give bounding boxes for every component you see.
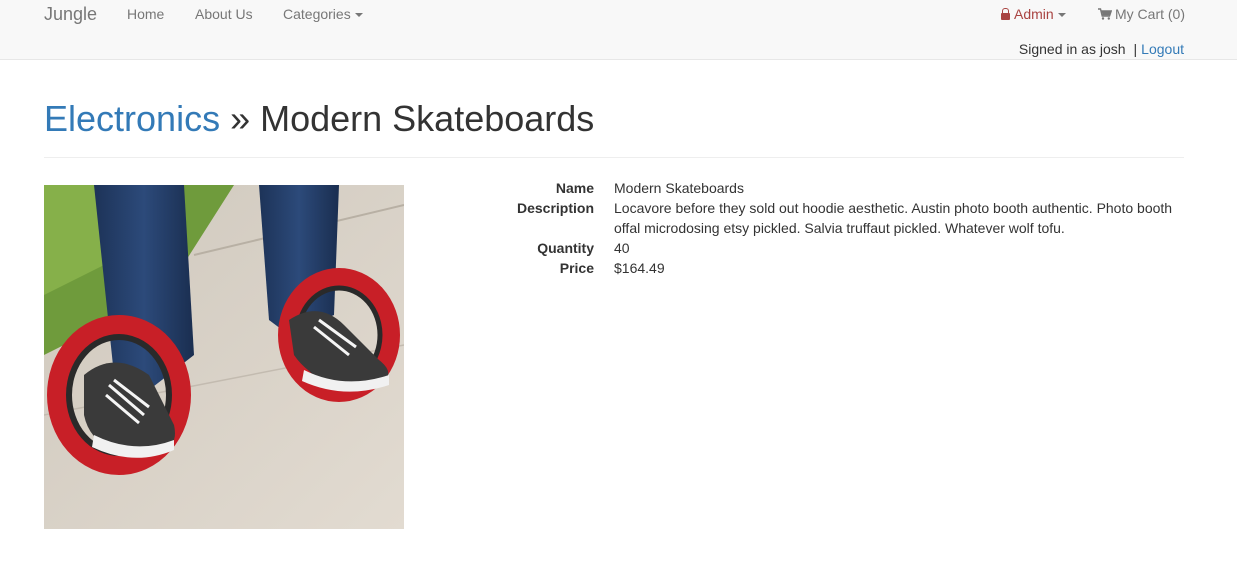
lock-icon [1001, 8, 1010, 20]
detail-value: Modern Skateboards [614, 180, 744, 196]
product-details: Name Modern Skateboards Description Loca… [480, 178, 1190, 278]
admin-dropdown[interactable]: Admin [1001, 6, 1066, 22]
nav-about-link[interactable]: About Us [195, 6, 253, 22]
nav-categories-label: Categories [283, 6, 351, 22]
detail-label: Name [555, 180, 594, 196]
product-title: Modern Skateboards [260, 98, 595, 139]
my-cart-label: My Cart (0) [1115, 6, 1185, 22]
logout-link[interactable]: Logout [1141, 41, 1184, 57]
product-image [44, 185, 404, 529]
page-header: Electronics » Modern Skateboards [44, 98, 1184, 158]
detail-label: Quantity [537, 240, 594, 256]
shopping-cart-icon [1098, 8, 1112, 20]
nav-home-link[interactable]: Home [127, 6, 164, 22]
caret-down-icon [354, 13, 363, 18]
top-navbar: Jungle Home About Us Categories Admin My… [0, 0, 1237, 60]
category-breadcrumb-link[interactable]: Electronics [44, 98, 220, 139]
detail-row-quantity: Quantity 40 [480, 238, 1190, 258]
detail-value: 40 [614, 240, 630, 256]
detail-label: Description [516, 200, 594, 216]
separator: | [1133, 41, 1138, 57]
detail-row-description: Description Locavore before they sold ou… [480, 198, 1190, 238]
nav-categories-dropdown[interactable]: Categories [283, 6, 363, 22]
signed-in-text: Signed in as josh [1018, 41, 1126, 57]
detail-row-name: Name Modern Skateboards [480, 178, 1190, 198]
detail-value: $164.49 [614, 260, 665, 276]
detail-label: Price [559, 260, 594, 276]
detail-row-price: Price $164.49 [480, 258, 1190, 278]
brand-logo[interactable]: Jungle [44, 4, 97, 25]
skateboard-photo [44, 185, 404, 529]
breadcrumb-separator: » [220, 98, 261, 139]
admin-label: Admin [1014, 6, 1054, 22]
signed-in-status: Signed in as josh | Logout [1019, 41, 1184, 57]
my-cart-link[interactable]: My Cart (0) [1098, 6, 1185, 22]
page-title: Electronics » Modern Skateboards [44, 98, 1184, 140]
caret-down-icon [1057, 13, 1066, 18]
detail-value: Locavore before they sold out hoodie aes… [614, 200, 1173, 236]
